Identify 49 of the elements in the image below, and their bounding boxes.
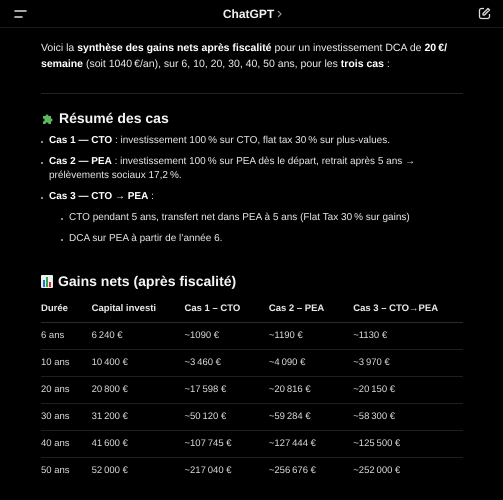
table-cell: ~217 040 € — [184, 458, 269, 484]
table-cell: ~58 300 € — [353, 404, 463, 430]
table-cell: ~20 150 € — [353, 376, 463, 404]
list-item-text: CTO pendant 5 ans, transfert net dans PEA à 5 ans (Flat Tax 30 % sur gains) — [69, 211, 410, 225]
table-cell: 30 ans — [41, 404, 92, 430]
column-header: Cas 2 – PEA — [268, 297, 354, 322]
table-cell: 20 ans — [41, 376, 92, 404]
list-item-text: Cas 3 — CTO → PEA : — [49, 190, 155, 204]
column-header: Durée — [41, 297, 92, 322]
table-cell: 20 800 € — [92, 376, 184, 404]
menu-icon[interactable] — [14, 10, 27, 18]
table-cell: 41 600 € — [92, 430, 184, 458]
header-title[interactable]: ChatGPT — [222, 6, 274, 20]
bar-chart-icon — [41, 274, 53, 288]
column-header: Cas 1 – CTO — [184, 297, 269, 322]
table-cell: 50 ans — [41, 458, 92, 484]
list-item-text: Cas 1 — CTO : investissement 100 % sur CTO, flat tax 30 % sur plus-values. — [49, 134, 390, 148]
section-heading: Résumé des cas — [59, 110, 169, 126]
section-heading: Gains nets (après fiscalité) — [58, 273, 236, 289]
table-cell: 10 ans — [41, 350, 92, 376]
table-cell: ~252 000 € — [353, 458, 463, 484]
table-cell: ~17 598 € — [184, 376, 269, 404]
table-cell: ~107 745 € — [184, 430, 269, 458]
table-cell: ~256 676 € — [268, 458, 354, 484]
table-cell: ~50 120 € — [184, 404, 269, 430]
list-item-text: Cas 2 — PEA : investissement 100 % sur PEA dès le départ, retrait après 5 ans → prélèvements sociaux 17,2 %. — [49, 155, 416, 183]
table-cell: 40 ans — [41, 430, 92, 458]
table-cell: 6 ans — [41, 322, 92, 350]
table-cell: 10 400 € — [92, 350, 184, 376]
list-item-text: DCA sur PEA à partir de l’année 6. — [69, 232, 222, 246]
edit-icon[interactable] — [478, 7, 491, 20]
table-cell: ~59 284 € — [268, 404, 354, 430]
table-cell: ~125 500 € — [353, 430, 463, 458]
column-header: Cas 3 – CTO→PEA — [353, 297, 463, 322]
table-cell: 52 000 € — [92, 458, 184, 484]
intro-paragraph: Voici la synthèse des gains nets après fiscalité pour un investissement DCA de 20 €/ semaine (soit 1040 €/an), sur 6, 10, 20, 30, 40, 50 ans, pour les trois cas : — [41, 41, 448, 72]
table-cell: 6 240 € — [92, 322, 184, 350]
table-cell: 31 200 € — [92, 404, 184, 430]
table-cell: ~4 090 € — [268, 350, 354, 376]
chevron-right-icon[interactable] — [277, 10, 282, 18]
table-cell: ~3 460 € — [184, 350, 269, 376]
table-cell: ~127 444 € — [268, 430, 354, 458]
table-cell: ~1130 € — [353, 322, 463, 350]
puzzle-icon — [41, 112, 54, 124]
table-cell: ~3 970 € — [353, 350, 463, 376]
column-header: Capital investi — [92, 297, 184, 322]
table-cell: ~1090 € — [184, 322, 269, 350]
table-cell: ~20 816 € — [268, 376, 354, 404]
table-cell: ~1190 € — [268, 322, 354, 350]
